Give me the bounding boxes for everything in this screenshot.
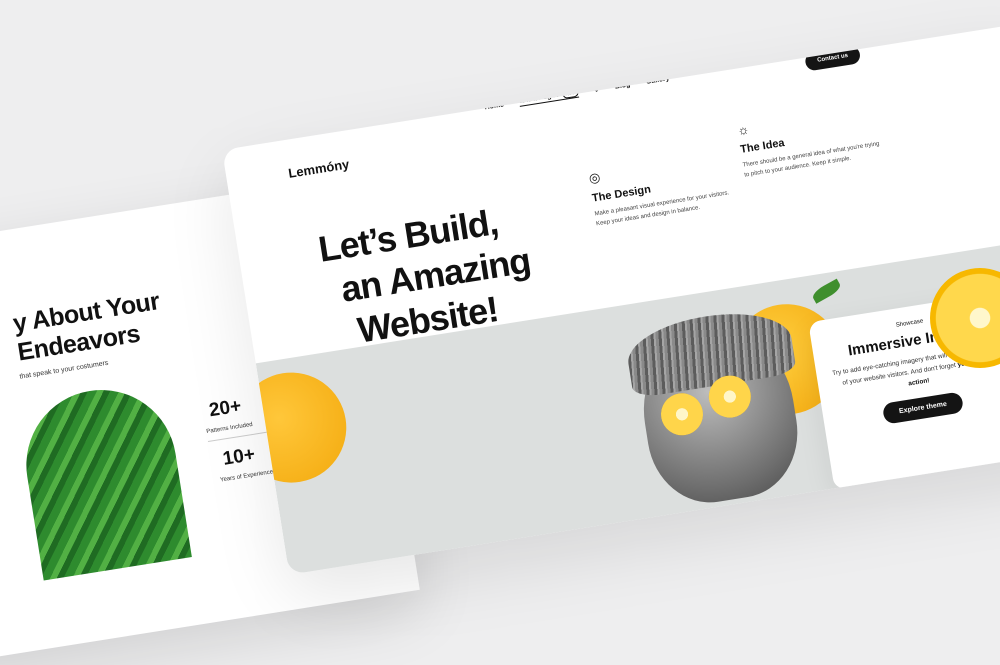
site-logo[interactable]: Lemmóny xyxy=(287,156,350,180)
feature-design: ◎ The Design Make a pleasant visual expe… xyxy=(588,149,736,229)
stat-number-years: 10+ xyxy=(221,444,257,470)
leaf-image xyxy=(15,379,192,581)
back-heading: y About Your Endeavors xyxy=(11,287,162,367)
new-badge: New xyxy=(561,87,579,100)
stat-label-patterns: Patterns Included xyxy=(206,421,254,436)
feature-idea: ☼ The Idea There should be a general ide… xyxy=(736,101,883,180)
chevron-down-icon[interactable]: ⌄ xyxy=(593,86,600,94)
main-preview-card: Lemmóny Home Extra Pages New ⌄ Blog Gall… xyxy=(222,21,1000,575)
nav-extra-pages[interactable]: Extra Pages New xyxy=(518,87,579,107)
stat-label-years: Years of Experience xyxy=(219,469,274,484)
explore-theme-button[interactable]: Explore theme xyxy=(881,391,965,425)
stat-number-patterns: 20+ xyxy=(207,395,243,422)
contact-button[interactable]: Contact us xyxy=(804,45,862,72)
nav-home[interactable]: Home xyxy=(484,101,504,111)
nav-blog[interactable]: Blog xyxy=(614,81,630,90)
nav-gallery[interactable]: Gallery xyxy=(645,75,670,86)
nav-extra-label: Extra Pages xyxy=(518,91,560,105)
main-nav: Home Extra Pages New ⌄ Blog Gallery xyxy=(484,73,670,112)
